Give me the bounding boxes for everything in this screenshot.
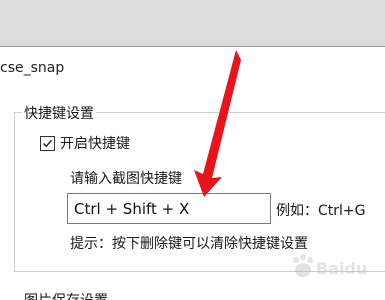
hotkey-prompt-label: 请输入截图快捷键 <box>70 171 182 187</box>
hotkey-input[interactable] <box>67 193 271 224</box>
checkbox-checked-icon[interactable] <box>40 135 55 151</box>
hotkey-hint-text: 提示：按下删除键可以清除快捷键设置 <box>70 236 308 252</box>
window-title: cse_snap <box>0 60 65 76</box>
enable-hotkey-label: 开启快捷键 <box>60 136 130 152</box>
watermark-text: Baidu <box>316 259 367 278</box>
screenshot-canvas: cse_snap 快捷键设置 开启快捷键 请输入截图快捷键 例如：Ctrl+G … <box>0 0 385 300</box>
baidu-watermark-icon: Baidu <box>293 254 367 278</box>
enable-hotkey-checkbox[interactable]: 开启快捷键 <box>40 133 130 153</box>
image-save-section-title: 图片保存设置 <box>24 290 108 300</box>
hotkey-example-text: 例如：Ctrl+G <box>276 203 366 219</box>
hotkey-group-title: 快捷键设置 <box>22 103 96 123</box>
